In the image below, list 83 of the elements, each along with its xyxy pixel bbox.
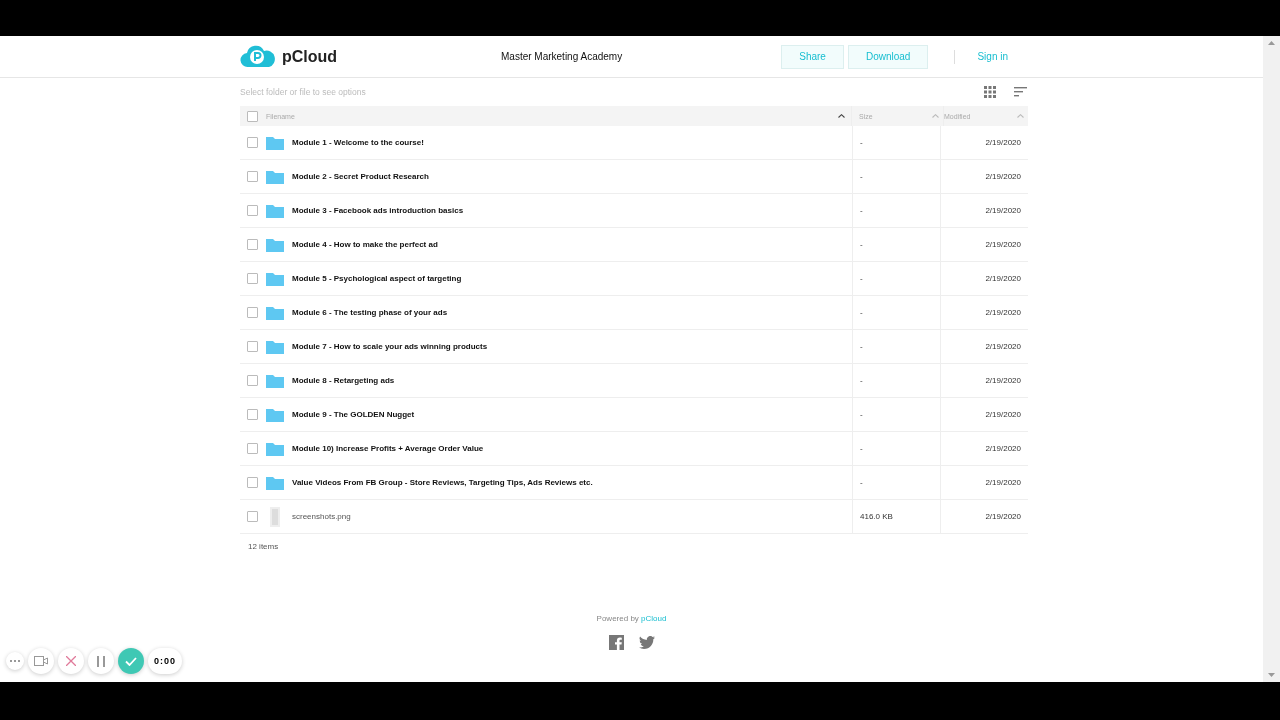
pause-icon xyxy=(97,655,105,667)
file-name[interactable]: Module 6 - The testing phase of your ads xyxy=(292,308,448,317)
row-checkbox[interactable] xyxy=(246,409,258,420)
file-name[interactable]: Module 1 - Welcome to the course! xyxy=(292,138,424,147)
scrollbar[interactable] xyxy=(1263,36,1280,682)
file-size: 416.0 KB xyxy=(860,512,893,521)
sort-caret-icon[interactable] xyxy=(838,114,845,118)
cancel-button[interactable] xyxy=(58,648,84,674)
row-checkbox[interactable] xyxy=(246,273,258,284)
file-size: - xyxy=(860,410,863,419)
row-checkbox[interactable] xyxy=(246,137,258,148)
row-checkbox[interactable] xyxy=(246,511,258,522)
file-name[interactable]: Module 8 - Retargeting ads xyxy=(292,376,395,385)
file-size: - xyxy=(860,342,863,351)
file-name[interactable]: Module 7 - How to scale your ads winning products xyxy=(292,342,488,351)
modified-date: 2/19/2020 xyxy=(985,376,1021,385)
file-size: - xyxy=(860,138,863,147)
powered-by-text: Powered by pCloud xyxy=(596,614,667,623)
file-name[interactable]: Value Videos From FB Group - Store Reviews, Targeting Tips, Ads Reviews etc. xyxy=(292,478,593,487)
folder-icon xyxy=(266,305,284,320)
logo-text: pCloud xyxy=(282,47,338,66)
facebook-icon[interactable] xyxy=(608,635,624,650)
modified-date: 2/19/2020 xyxy=(985,308,1021,317)
close-icon xyxy=(66,656,76,666)
file-name[interactable]: Module 4 - How to make the perfect ad xyxy=(292,240,438,249)
recording-timer: 0:00 xyxy=(148,648,182,674)
folder-title: Master Marketing Academy xyxy=(501,51,624,62)
folder-icon xyxy=(266,271,284,286)
row-checkbox[interactable] xyxy=(246,205,258,216)
folder-icon xyxy=(266,441,284,456)
video-camera-icon xyxy=(34,656,48,666)
folder-icon xyxy=(266,475,284,490)
file-size: - xyxy=(860,240,863,249)
grid-view-icon[interactable] xyxy=(984,86,996,98)
file-size: - xyxy=(860,206,863,215)
row-checkbox[interactable] xyxy=(246,341,258,352)
folder-icon xyxy=(266,339,284,354)
modified-date: 2/19/2020 xyxy=(985,444,1021,453)
item-count: 12 items xyxy=(247,541,280,551)
scroll-down-icon[interactable] xyxy=(1268,673,1275,677)
file-size: - xyxy=(860,478,863,487)
modified-date: 2/19/2020 xyxy=(985,512,1021,521)
file-name[interactable]: Module 5 - Psychological aspect of targeting xyxy=(292,274,462,283)
file-size: - xyxy=(860,376,863,385)
file-name[interactable]: screenshots.png xyxy=(292,512,351,521)
row-checkbox[interactable] xyxy=(246,171,258,182)
file-name[interactable]: Module 10) Increase Profits + Average Order Value xyxy=(292,444,484,453)
folder-icon xyxy=(266,373,284,388)
modified-date: 2/19/2020 xyxy=(985,172,1021,181)
scroll-up-icon[interactable] xyxy=(1268,41,1275,45)
twitter-icon[interactable] xyxy=(638,636,655,649)
modified-date: 2/19/2020 xyxy=(985,274,1021,283)
modified-date: 2/19/2020 xyxy=(985,206,1021,215)
folder-icon xyxy=(266,169,284,184)
pause-button[interactable] xyxy=(88,648,114,674)
row-checkbox[interactable] xyxy=(246,477,258,488)
confirm-button[interactable] xyxy=(118,648,144,674)
row-checkbox[interactable] xyxy=(246,443,258,454)
modified-date: 2/19/2020 xyxy=(985,240,1021,249)
file-size: - xyxy=(860,274,863,283)
camera-button[interactable] xyxy=(28,648,54,674)
modified-date: 2/19/2020 xyxy=(985,342,1021,351)
select-all-checkbox[interactable] xyxy=(246,110,258,122)
modified-date: 2/19/2020 xyxy=(985,478,1021,487)
file-name[interactable]: Module 9 - The GOLDEN Nugget xyxy=(292,410,415,419)
check-icon xyxy=(125,656,137,666)
folder-icon xyxy=(266,237,284,252)
row-checkbox[interactable] xyxy=(246,239,258,250)
row-checkbox[interactable] xyxy=(246,307,258,318)
more-button[interactable] xyxy=(6,652,24,670)
file-name[interactable]: Module 3 - Facebook ads introduction basics xyxy=(292,206,464,215)
row-checkbox[interactable] xyxy=(246,375,258,386)
cloud-logo-icon xyxy=(240,44,276,69)
file-size: - xyxy=(860,308,863,317)
file-size: - xyxy=(860,444,863,453)
sort-icon[interactable] xyxy=(1014,87,1027,97)
folder-icon xyxy=(266,203,284,218)
file-name[interactable]: Module 2 - Secret Product Research xyxy=(292,172,429,181)
modified-date: 2/19/2020 xyxy=(985,138,1021,147)
file-size: - xyxy=(860,172,863,181)
modified-date: 2/19/2020 xyxy=(985,410,1021,419)
folder-icon xyxy=(266,135,284,150)
folder-icon xyxy=(266,407,284,422)
